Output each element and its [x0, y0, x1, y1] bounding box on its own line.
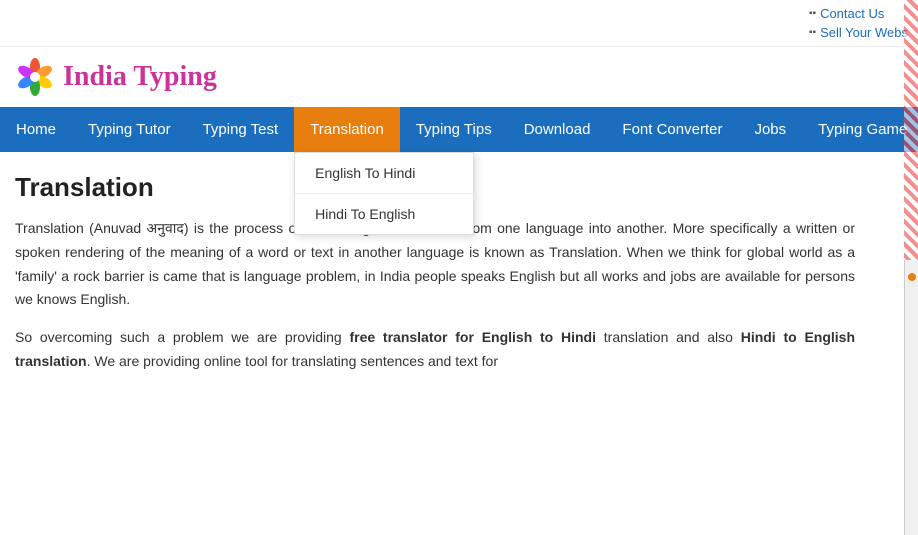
- para2-bold: free translator for English to Hindi: [349, 329, 596, 345]
- nav-typing-tips[interactable]: Typing Tips: [400, 107, 508, 152]
- nav-translation-label: Translation: [310, 121, 384, 138]
- nav-typing-tutor[interactable]: Typing Tutor: [72, 107, 187, 152]
- top-bar-links: ▪▪ Contact Us ▪▪ Sell Your Webs: [809, 0, 908, 46]
- nav-translation[interactable]: Translation English To Hindi Hindi To En…: [294, 107, 400, 152]
- logo-container: India Typing: [15, 57, 217, 97]
- contact-us-label: Contact Us: [820, 6, 884, 21]
- para2-mid: translation and also: [596, 329, 741, 345]
- dropdown-english-to-hindi[interactable]: English To Hindi: [295, 153, 473, 194]
- translation-dropdown: English To Hindi Hindi To English: [294, 152, 474, 235]
- sell-your-webs-label: Sell Your Webs: [820, 25, 908, 40]
- para2-start: So overcoming such a problem we are prov…: [15, 329, 349, 345]
- logo-text: India Typing: [63, 61, 217, 93]
- bullet-icon2: ▪▪: [809, 27, 816, 38]
- nav-typing-game[interactable]: Typing Game: [802, 107, 918, 152]
- para2-end: . We are providing online tool for trans…: [87, 353, 498, 369]
- scroll-indicator: [908, 273, 916, 281]
- logo-icon: [15, 57, 55, 97]
- dropdown-hindi-to-english[interactable]: Hindi To English: [295, 194, 473, 234]
- content-para2: So overcoming such a problem we are prov…: [15, 326, 855, 374]
- bullet-icon: ▪▪: [809, 8, 816, 19]
- nav-font-converter[interactable]: Font Converter: [606, 107, 738, 152]
- top-bar: ▪▪ Contact Us ▪▪ Sell Your Webs: [0, 0, 918, 47]
- contact-us-link[interactable]: ▪▪ Contact Us: [809, 4, 884, 23]
- sell-your-webs-link[interactable]: ▪▪ Sell Your Webs: [809, 23, 908, 42]
- navigation: Home Typing Tutor Typing Test Translatio…: [0, 107, 918, 152]
- header: India Typing: [0, 47, 918, 107]
- right-scrollbar[interactable]: [904, 260, 918, 535]
- nav-download[interactable]: Download: [508, 107, 607, 152]
- nav-home[interactable]: Home: [0, 107, 72, 152]
- nav-jobs[interactable]: Jobs: [738, 107, 802, 152]
- nav-typing-test[interactable]: Typing Test: [187, 107, 295, 152]
